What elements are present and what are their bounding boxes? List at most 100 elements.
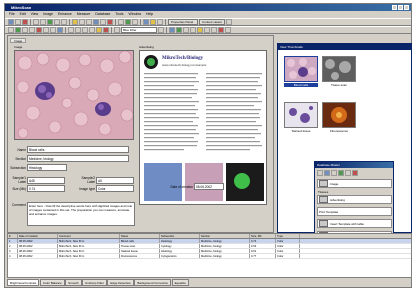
microscope-image[interactable]	[14, 50, 134, 140]
open-icon[interactable]	[8, 19, 14, 25]
master-row-print-template[interactable]: Print Template	[317, 207, 392, 216]
type-field[interactable]: Color	[96, 185, 134, 192]
prev-record-icon[interactable]	[75, 27, 81, 33]
dropdown-arrow-icon[interactable]	[158, 27, 164, 33]
sharpen-icon[interactable]	[211, 27, 217, 33]
advertising-document[interactable]: MikroTech/Biology www.mikrotech-biology.…	[139, 50, 267, 205]
measure-icon[interactable]	[118, 19, 124, 25]
window-titlebar[interactable]: MikroScan	[5, 4, 411, 11]
grayscale-icon[interactable]	[190, 27, 196, 33]
tab-unsharp-filter[interactable]: Unsharp Filter	[82, 279, 107, 286]
column-header[interactable]: Size, Mb	[250, 234, 276, 238]
menu-tools[interactable]: Tools	[115, 11, 123, 18]
column-header[interactable]: Date of creation	[18, 234, 58, 238]
delete-icon[interactable]	[331, 170, 337, 176]
menu-view[interactable]: View	[31, 11, 39, 18]
thumbnail-1-label[interactable]: Blood cells	[284, 83, 318, 87]
pointer-icon[interactable]	[8, 27, 14, 33]
thumbnail-1[interactable]	[284, 56, 318, 82]
text-icon[interactable]	[43, 27, 49, 33]
thumbnail-4[interactable]	[322, 102, 356, 128]
folder-icon[interactable]	[324, 170, 330, 176]
maximize-button[interactable]	[398, 5, 403, 10]
histogram-icon[interactable]	[125, 19, 131, 25]
tab-color-balance[interactable]: Color Balance	[39, 279, 65, 286]
thumbnail-3[interactable]	[284, 102, 318, 128]
channel-green-icon[interactable]	[176, 27, 182, 33]
filter-icon[interactable]	[114, 27, 120, 33]
new-icon[interactable]	[317, 170, 323, 176]
menu-measure[interactable]: Measure	[77, 11, 91, 18]
stop-icon[interactable]	[352, 170, 358, 176]
sample2-field[interactable]: A5	[96, 176, 134, 184]
paste-icon[interactable]	[47, 19, 53, 25]
save-icon[interactable]	[15, 19, 21, 25]
column-header[interactable]: Subsection	[160, 234, 200, 238]
rotate-icon[interactable]	[93, 19, 99, 25]
brightness-icon[interactable]	[197, 27, 203, 33]
first-record-icon[interactable]	[68, 27, 74, 33]
master-row-image[interactable]: Image	[317, 179, 392, 188]
master-row-insert-template[interactable]: Insert Template with table	[317, 219, 392, 228]
filter-select[interactable]: Blue Filter	[121, 27, 157, 33]
last-record-icon[interactable]	[89, 27, 95, 33]
subsection-field[interactable]: Histology	[27, 164, 67, 171]
master-row-advertising[interactable]: Advertising	[317, 195, 392, 204]
help-icon[interactable]	[226, 19, 232, 25]
sample-field[interactable]: A45	[27, 176, 65, 184]
column-header[interactable]: Comment	[58, 234, 120, 238]
copy-icon[interactable]	[40, 19, 46, 25]
crop-icon[interactable]	[107, 19, 113, 25]
next-record-icon[interactable]	[82, 27, 88, 33]
tab-background-correction[interactable]: Background Correction	[134, 279, 172, 286]
name-field[interactable]: Blood cells	[27, 146, 129, 153]
database-icon[interactable]	[132, 19, 138, 25]
menu-help[interactable]: Help	[146, 11, 153, 18]
menu-database[interactable]: Database	[95, 11, 110, 18]
polygon-icon[interactable]	[36, 27, 42, 33]
redo-icon[interactable]	[61, 19, 67, 25]
tab-brightness-contrast[interactable]: Brightness/Contrast	[7, 279, 40, 286]
properties-panel-button[interactable]: Properties Panel	[168, 19, 198, 25]
invert-icon[interactable]	[218, 27, 224, 33]
angle-icon[interactable]	[50, 27, 56, 33]
fit-icon[interactable]	[86, 19, 92, 25]
rectangle-icon[interactable]	[22, 27, 28, 33]
zoom-out-icon[interactable]	[79, 19, 85, 25]
channel-red-icon[interactable]	[169, 27, 175, 33]
tab-image[interactable]: Image	[10, 38, 27, 43]
contrast-icon[interactable]	[204, 27, 210, 33]
table-row[interactable]: 4 08.06.2002 MikroTech, Now fill in Fluo…	[8, 254, 411, 259]
undo-icon[interactable]	[54, 19, 60, 25]
column-header[interactable]: Type	[276, 234, 300, 238]
camera-icon[interactable]	[143, 19, 149, 25]
database-master-title[interactable]: Database Master	[315, 162, 393, 168]
add-record-icon[interactable]	[96, 27, 102, 33]
column-header[interactable]: #	[8, 234, 18, 238]
menu-image[interactable]: Image	[43, 11, 53, 18]
section-field[interactable]: Medicine, biology	[27, 155, 129, 162]
properties-icon[interactable]	[345, 170, 351, 176]
flip-icon[interactable]	[100, 19, 106, 25]
delete-record-icon[interactable]	[103, 27, 109, 33]
menu-file[interactable]: File	[9, 11, 15, 18]
ellipse-icon[interactable]	[29, 27, 35, 33]
size-field[interactable]: 0.74	[27, 185, 65, 192]
column-header[interactable]: Section	[200, 234, 250, 238]
cut-icon[interactable]	[33, 19, 39, 25]
close-button[interactable]	[404, 5, 409, 10]
zoom-in-icon[interactable]	[72, 19, 78, 25]
menu-window[interactable]: Window	[129, 11, 141, 18]
menu-edit[interactable]: Edit	[20, 11, 26, 18]
menu-enhance[interactable]: Enhance	[58, 11, 72, 18]
date-field[interactable]: 08.06.2002	[194, 183, 224, 190]
print-icon[interactable]	[22, 19, 28, 25]
content-viewer-button[interactable]: Content viewer	[199, 19, 225, 25]
line-icon[interactable]	[15, 27, 21, 33]
count-icon[interactable]	[57, 27, 63, 33]
minimize-button[interactable]	[392, 5, 397, 10]
tab-equalize[interactable]: Equalize	[171, 279, 190, 286]
channel-blue-icon[interactable]	[183, 27, 189, 33]
thumbnail-2[interactable]	[322, 56, 356, 82]
link-icon[interactable]	[338, 170, 344, 176]
